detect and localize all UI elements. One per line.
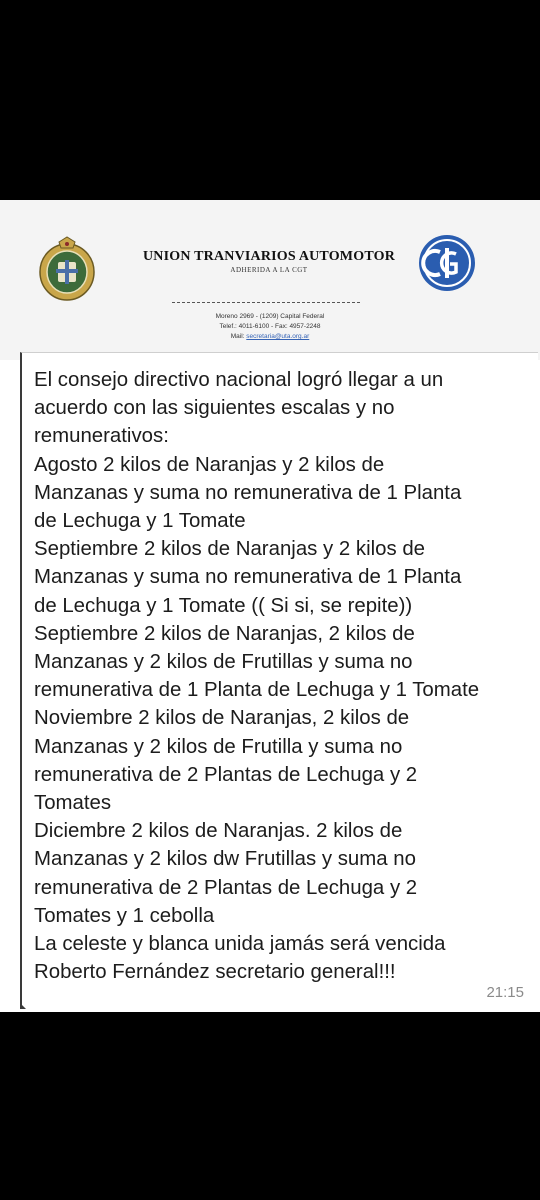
- message-line: Tomates: [34, 792, 112, 815]
- message-line: remunerativa de 1 Planta de Lechuga y 1 …: [34, 679, 480, 702]
- affiliation-text: ADHERIDA A LA CGT: [230, 266, 308, 274]
- message-line: Manzanas y suma no remunerativa de 1 Pla…: [34, 481, 462, 504]
- union-crest-logo: [39, 236, 95, 301]
- address-line: Moreno 2969 - (1209) Capital Federal: [215, 313, 325, 320]
- message-line: remunerativa de 2 Plantas de Lechuga y 2: [34, 876, 418, 899]
- cgt-logo: [419, 235, 475, 291]
- bubble-tail: [20, 1003, 26, 1009]
- message-text: El consejo directivo nacional logró lleg…: [34, 366, 534, 986]
- message-line: de Lechuga y 1 Tomate: [34, 510, 246, 533]
- org-name: UNION TRANVIARIOS AUTOMOTOR: [143, 249, 395, 264]
- message-timestamp: 21:15: [486, 984, 524, 1001]
- message-line: Tomates y 1 cebolla: [34, 904, 215, 927]
- message-line: Manzanas y 2 kilos de Frutilla y suma no: [34, 735, 403, 758]
- message-line: El consejo directivo nacional logró lleg…: [34, 369, 444, 391]
- message-line: Septiembre 2 kilos de Naranjas, 2 kilos …: [34, 622, 415, 645]
- message-line: Septiembre 2 kilos de Naranjas y 2 kilos…: [34, 538, 426, 561]
- mail-link[interactable]: secretaria@uta.org.ar: [246, 333, 309, 340]
- message-line: acuerdo con las siguientes escalas y no: [34, 397, 395, 420]
- message-line: de Lechuga y 1 Tomate (( Si si, se repit…: [34, 594, 413, 617]
- phone-line: Telef.: 4011-6100 - Fax: 4957-2248: [219, 323, 321, 330]
- letterhead-divider: [172, 302, 360, 303]
- message-line: Manzanas y 2 kilos de Frutillas y suma n…: [34, 651, 413, 674]
- mail-label: Mail:: [230, 333, 245, 340]
- message-line: Manzanas y 2 kilos dw Frutillas y suma n…: [34, 848, 416, 871]
- message-line: remunerativa de 2 Plantas de Lechuga y 2: [34, 763, 418, 786]
- message-line: Roberto Fernández secretario general!!!: [34, 961, 396, 984]
- mail-line: Mail: secretaria@uta.org.ar: [150, 333, 390, 340]
- message-line: Manzanas y suma no remunerativa de 1 Pla…: [34, 566, 462, 589]
- message-line: Diciembre 2 kilos de Naranjas. 2 kilos d…: [34, 820, 403, 843]
- message-line: Noviembre 2 kilos de Naranjas, 2 kilos d…: [34, 707, 410, 730]
- message-line: remunerativos:: [34, 425, 169, 448]
- message-line: La celeste y blanca unida jamás será ven…: [34, 933, 446, 956]
- message-line: Agosto 2 kilos de Naranjas y 2 kilos de: [34, 453, 385, 476]
